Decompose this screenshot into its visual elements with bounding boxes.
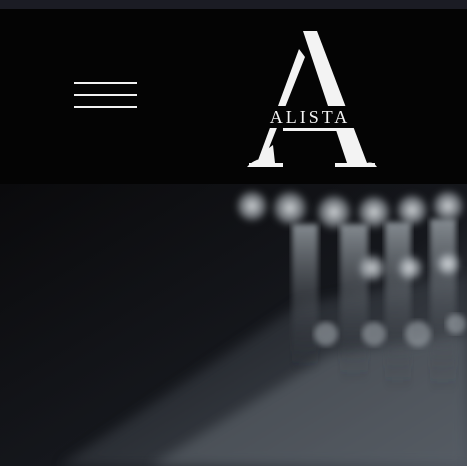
alista-logo[interactable]: ALISTA <box>243 27 383 187</box>
menu-bar-line <box>74 94 137 96</box>
hamburger-menu-icon[interactable] <box>74 82 137 120</box>
site-header: ALISTA <box>0 9 467 184</box>
logo-wordmark: ALISTA <box>243 106 377 128</box>
browser-top-strip <box>0 0 467 9</box>
menu-bar-line <box>74 106 137 108</box>
bokeh-hangers-photo <box>0 184 467 466</box>
hero-image <box>0 184 467 466</box>
menu-bar-line <box>74 82 137 84</box>
